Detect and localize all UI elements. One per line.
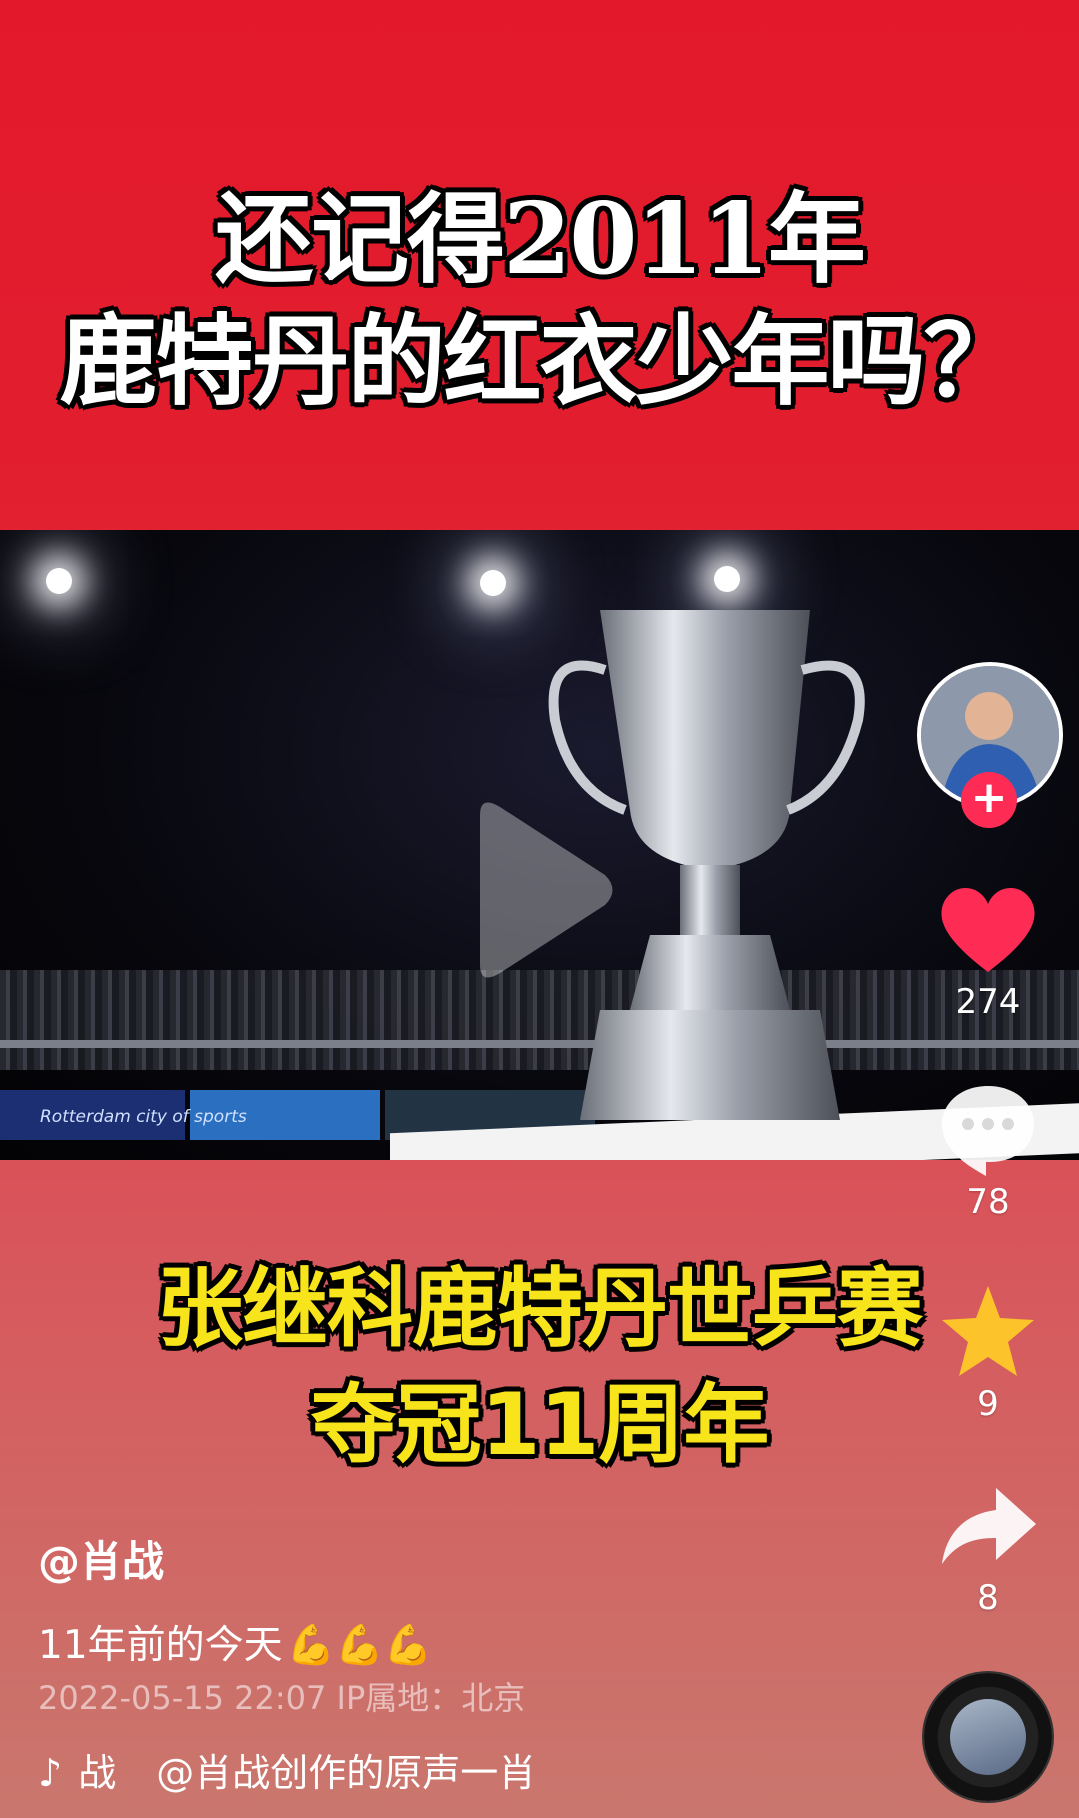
like-count: 274 (955, 982, 1021, 1022)
favorite-count: 9 (977, 1384, 999, 1424)
post-caption: 11年前的今天 💪💪💪 (38, 1614, 432, 1670)
comment-icon[interactable] (936, 1080, 1040, 1180)
music-row[interactable]: ♪ 战 @肖战创作的原声一肖 (38, 1742, 578, 1797)
music-note-icon: ♪ (38, 1751, 63, 1795)
stadium-light (46, 568, 72, 594)
post-meta: 2022-05-15 22:07 IP属地：北京 (38, 1679, 526, 1717)
music-disc[interactable] (924, 1673, 1052, 1801)
headline-line-2: 鹿特丹的红衣少年吗？ (59, 304, 1021, 419)
music-prefix: 战 (78, 1751, 117, 1795)
ad-board-text: Rotterdam city of sports (40, 1107, 247, 1127)
favorite-star-icon[interactable] (936, 1282, 1040, 1382)
play-icon[interactable] (460, 795, 620, 985)
title-banner: 还记得2011年 鹿特丹的红衣少年吗？ (0, 0, 1079, 530)
share-arrow-icon[interactable] (936, 1478, 1040, 1578)
follow-button[interactable]: + (961, 772, 1017, 828)
caption-text: 11年前的今天 (38, 1623, 283, 1668)
subtitle-line-1: 张继科鹿特丹世乒赛 (157, 1259, 923, 1359)
author-handle[interactable]: @肖战 (38, 1528, 164, 1589)
disc-cover (950, 1699, 1026, 1775)
flexed-biceps-icon: 💪💪💪 (286, 1623, 433, 1668)
music-title: @肖战创作的原声一肖 (156, 1751, 537, 1795)
comment-count: 78 (966, 1182, 1010, 1222)
stadium-light (714, 566, 740, 592)
headline-line-1: 还记得2011年 (215, 182, 866, 297)
stadium-light (480, 570, 506, 596)
share-count: 8 (977, 1578, 999, 1618)
like-heart-icon[interactable] (936, 880, 1040, 980)
